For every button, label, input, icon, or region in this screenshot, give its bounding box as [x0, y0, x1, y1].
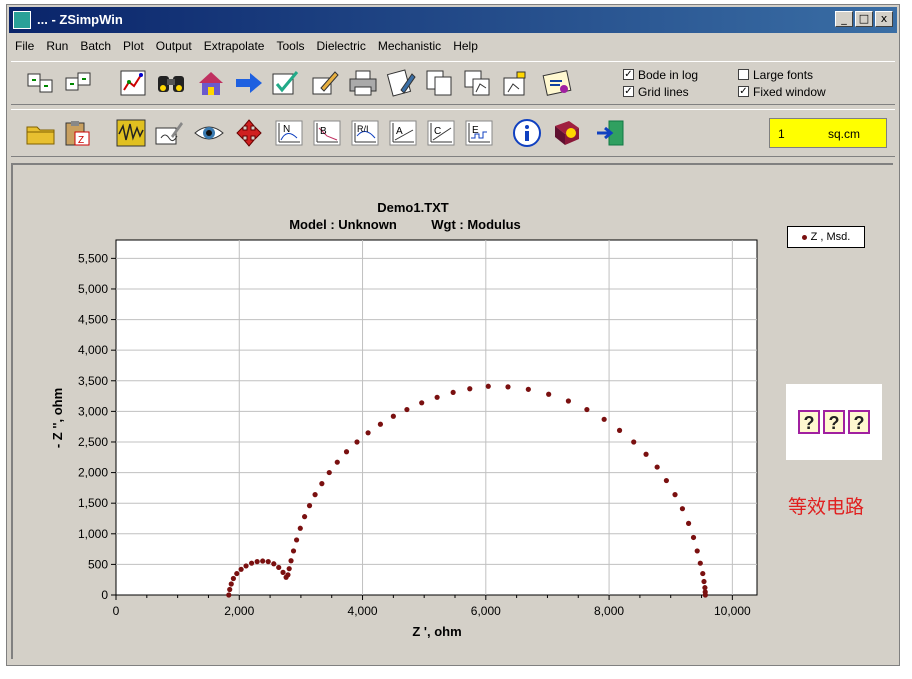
home-icon[interactable] [195, 68, 227, 98]
c-label: C [434, 126, 441, 137]
real-imag-plot-icon[interactable]: R/I [349, 118, 381, 148]
bode-in-log-label: Bode in log [638, 67, 699, 82]
main-toolbar: ✓ Bode in log ✓ Grid lines Large fonts ✓… [11, 61, 895, 105]
equivalent-circuit-caption: 等效电路 [788, 496, 865, 518]
e-label: E [472, 125, 479, 136]
app-icon [13, 11, 31, 29]
printer-icon[interactable] [347, 68, 379, 98]
maximize-button[interactable]: □ [855, 11, 873, 27]
circuit-placeholder-3: ? [848, 410, 870, 434]
legend-label: Z , Msd. [810, 231, 851, 243]
menu-run[interactable]: Run [40, 37, 74, 57]
open-folder-icon[interactable] [25, 118, 57, 148]
nyquist-plot-icon[interactable]: N [273, 118, 305, 148]
sign-icon[interactable] [153, 118, 185, 148]
bode-in-log-checkbox[interactable]: ✓ [623, 69, 634, 80]
certificate-icon[interactable] [541, 68, 573, 98]
menu-plot[interactable]: Plot [117, 37, 150, 57]
app-window: ... - ZSimpWin _ □ x File Run Batch Plot… [6, 4, 900, 666]
checkmark-icon[interactable] [269, 68, 301, 98]
paste-graph-icon[interactable] [63, 68, 95, 98]
bode-plot-icon[interactable]: B [311, 118, 343, 148]
menu-help[interactable]: Help [447, 37, 484, 57]
options-right: Large fonts ✓ Fixed window [738, 66, 826, 100]
menu-mechanistic[interactable]: Mechanistic [372, 37, 447, 57]
move-icon[interactable] [233, 118, 265, 148]
close-button[interactable]: x [875, 11, 893, 27]
capacitance-plot-icon[interactable]: C [425, 118, 457, 148]
exit-door-icon[interactable] [595, 118, 627, 148]
plot-panel [11, 163, 893, 659]
legend-marker [801, 234, 807, 240]
equivalent-circuit-box[interactable]: ? ? ? [786, 384, 882, 460]
large-fonts-option[interactable]: Large fonts [738, 66, 826, 83]
fixed-window-option[interactable]: ✓ Fixed window [738, 83, 826, 100]
minimize-button[interactable]: _ [835, 11, 853, 27]
menu-file[interactable]: File [9, 37, 40, 57]
large-fonts-label: Large fonts [753, 67, 814, 82]
arrow-right-icon[interactable] [233, 68, 265, 98]
menu-batch[interactable]: Batch [74, 37, 117, 57]
menu-bar: File Run Batch Plot Output Extrapolate T… [9, 37, 897, 57]
area-unit: sq.cm [828, 127, 861, 141]
menu-tools[interactable]: Tools [270, 37, 310, 57]
title-bar[interactable]: ... - ZSimpWin _ □ x [9, 7, 897, 33]
chart-icon[interactable] [117, 68, 149, 98]
notes-icon[interactable] [385, 68, 417, 98]
bode-label: B [320, 126, 327, 137]
options-left: ✓ Bode in log ✓ Grid lines [623, 66, 698, 100]
clipboard-icon[interactable]: Z [61, 118, 93, 148]
waveform-icon[interactable] [115, 118, 147, 148]
large-fonts-checkbox[interactable] [738, 69, 749, 80]
dielectric-plot-icon[interactable]: E [463, 118, 495, 148]
open-graph-icon[interactable] [499, 68, 531, 98]
bode-in-log-option[interactable]: ✓ Bode in log [623, 66, 698, 83]
copy-graph-icon[interactable] [25, 68, 57, 98]
edit-icon[interactable] [309, 68, 341, 98]
binoculars-icon[interactable] [155, 68, 187, 98]
svg-text:Z: Z [78, 135, 84, 146]
menu-dielectric[interactable]: Dielectric [310, 37, 371, 57]
grid-lines-label: Grid lines [638, 84, 689, 99]
grid-lines-option[interactable]: ✓ Grid lines [623, 83, 698, 100]
fixed-window-checkbox[interactable]: ✓ [738, 86, 749, 97]
circuit-placeholder-2: ? [823, 410, 845, 434]
menu-output[interactable]: Output [150, 37, 198, 57]
area-input[interactable]: 1 sq.cm [769, 118, 887, 148]
admittance-plot-icon[interactable]: A [387, 118, 419, 148]
ri-label: R/I [357, 124, 369, 134]
window-title: ... - ZSimpWin [37, 12, 123, 27]
area-value: 1 [778, 127, 785, 141]
a-label: A [396, 126, 403, 137]
multi-graph-icon[interactable] [461, 68, 493, 98]
info-icon[interactable] [511, 118, 543, 148]
circuit-placeholder-1: ? [798, 410, 820, 434]
menu-extrapolate[interactable]: Extrapolate [198, 37, 271, 57]
eye-icon[interactable] [193, 118, 225, 148]
chart-legend: Z , Msd. [787, 226, 865, 248]
copy-icon[interactable] [423, 68, 455, 98]
help-book-icon[interactable] [551, 118, 583, 148]
fixed-window-label: Fixed window [753, 84, 826, 99]
nyquist-label: N [283, 124, 290, 135]
grid-lines-checkbox[interactable]: ✓ [623, 86, 634, 97]
secondary-toolbar: Z N B R/I A C E 1 sq.cm [11, 109, 895, 157]
